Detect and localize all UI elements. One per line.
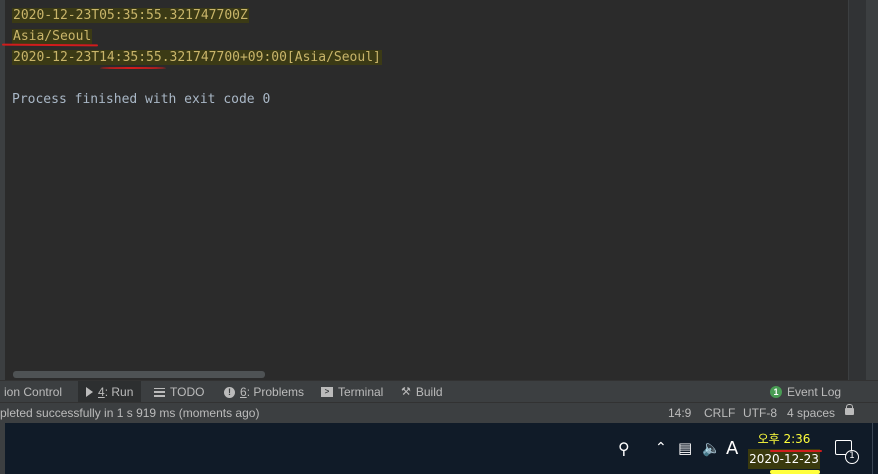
- tab-event-log[interactable]: 1 Event Log: [768, 381, 843, 403]
- tab-terminal-label: Terminal: [338, 385, 384, 399]
- clock-highlight: [770, 470, 820, 474]
- tab-version-control-label: ion Control: [4, 385, 63, 399]
- tab-problems[interactable]: ! 6: Problems: [222, 381, 306, 403]
- left-gutter: [0, 0, 5, 380]
- run-icon: [86, 387, 93, 397]
- people-icon[interactable]: ⚲: [618, 423, 630, 474]
- todo-icon: [154, 387, 165, 397]
- line-separator[interactable]: CRLF: [704, 403, 735, 423]
- indent-setting[interactable]: 4 spaces: [787, 403, 835, 423]
- tab-todo-label: TODO: [170, 385, 205, 399]
- lock-icon[interactable]: [845, 404, 854, 415]
- tool-window-bar: ion Control 4: Run TODO ! 6: Problems > …: [0, 380, 878, 403]
- tab-run-mnemonic: 4: [98, 385, 105, 399]
- console-text[interactable]: 2020-12-23T05:35:55.321747700Z Asia/Seou…: [12, 5, 382, 110]
- clock-time: 오후 2:36: [757, 432, 811, 446]
- console-line-utc: 2020-12-23T05:35:55.321747700Z: [12, 8, 249, 23]
- clock-date: 2020-12-23: [748, 449, 820, 469]
- tab-version-control[interactable]: ion Control: [0, 381, 68, 403]
- build-icon: ⚒: [401, 385, 411, 398]
- tab-problems-label: : Problems: [246, 385, 305, 399]
- tab-build-label: Build: [415, 385, 443, 399]
- notification-badge: 1: [845, 450, 859, 464]
- ime-indicator[interactable]: A: [726, 423, 738, 474]
- right-tool-strip: [866, 0, 878, 380]
- annotation-underline-time: [100, 67, 166, 69]
- tab-event-log-label: Event Log: [787, 385, 842, 399]
- tab-terminal[interactable]: > Terminal: [319, 381, 385, 403]
- annotation-underline-clock: [770, 450, 822, 452]
- console-line-exit: Process finished with exit code 0: [12, 92, 271, 107]
- terminal-icon: >: [321, 387, 333, 397]
- event-log-icon: 1: [770, 386, 782, 398]
- console-line-zoned-datetime: 2020-12-23T14:35:55.321747700+09:00[Asia…: [12, 50, 382, 65]
- chevron-up-icon[interactable]: ⌃: [655, 423, 667, 474]
- clock[interactable]: 오후 2:36 2020-12-23: [748, 429, 820, 469]
- tab-build[interactable]: ⚒ Build: [399, 381, 445, 403]
- tab-run-label: : Run: [104, 385, 134, 399]
- status-bar: pleted successfully in 1 s 919 ms (momen…: [0, 402, 878, 423]
- problems-icon: !: [224, 386, 235, 398]
- caret-position[interactable]: 14:9: [668, 403, 691, 423]
- vertical-scrollbar[interactable]: [848, 0, 866, 380]
- taskbar-left-edge: [0, 423, 5, 474]
- horizontal-scrollbar-thumb[interactable]: [13, 371, 265, 378]
- show-desktop-button[interactable]: [872, 423, 878, 474]
- tab-run[interactable]: 4: Run: [78, 381, 142, 403]
- tab-problems-mnemonic: 6: [240, 385, 247, 399]
- console-line-zone: Asia/Seoul: [12, 29, 93, 44]
- volume-icon[interactable]: 🔈: [702, 423, 721, 474]
- network-icon[interactable]: ▤: [678, 423, 692, 474]
- file-encoding[interactable]: UTF-8: [743, 403, 777, 423]
- windows-taskbar: ⚲ ⌃ ▤ 🔈 A 오후 2:36 2020-12-23 1: [0, 423, 878, 474]
- tab-todo[interactable]: TODO: [152, 381, 206, 403]
- status-message[interactable]: pleted successfully in 1 s 919 ms (momen…: [0, 403, 259, 423]
- console-output[interactable]: 2020-12-23T05:35:55.321747700Z Asia/Seou…: [0, 0, 878, 380]
